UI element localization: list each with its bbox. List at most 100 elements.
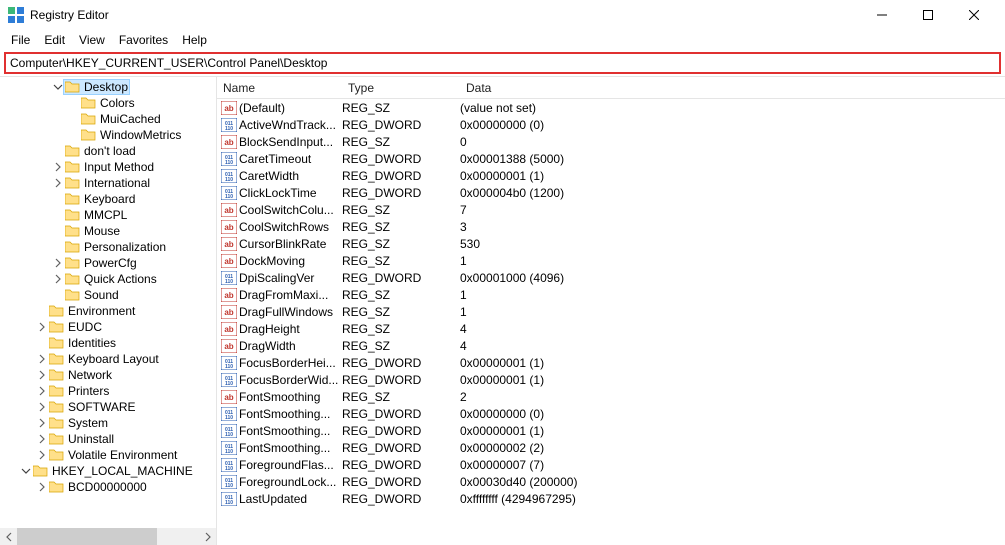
list-row[interactable]: FontSmoothingREG_SZ2 — [217, 388, 1005, 405]
expand-icon[interactable] — [36, 385, 48, 397]
folder-icon — [49, 304, 65, 318]
list-row[interactable]: CoolSwitchRowsREG_SZ3 — [217, 218, 1005, 235]
binary-value-icon — [219, 185, 239, 201]
close-button[interactable] — [951, 0, 997, 30]
tree-horizontal-scrollbar[interactable] — [0, 528, 216, 545]
tree-item[interactable]: WindowMetrics — [0, 127, 216, 143]
address-bar[interactable]: Computer\HKEY_CURRENT_USER\Control Panel… — [4, 52, 1001, 74]
tree-item[interactable]: Keyboard Layout — [0, 351, 216, 367]
list-row[interactable]: DragWidthREG_SZ4 — [217, 337, 1005, 354]
tree-item-label: Printers — [68, 384, 109, 398]
tree-item[interactable]: Sound — [0, 287, 216, 303]
tree-pane[interactable]: DesktopColorsMuiCachedWindowMetricsdon't… — [0, 77, 217, 545]
tree-item-label: Personalization — [84, 240, 166, 254]
expand-icon[interactable] — [36, 369, 48, 381]
value-type: REG_DWORD — [342, 271, 460, 285]
tree-item[interactable]: PowerCfg — [0, 255, 216, 271]
list-row[interactable]: CaretTimeoutREG_DWORD0x00001388 (5000) — [217, 150, 1005, 167]
maximize-button[interactable] — [905, 0, 951, 30]
tree-item[interactable]: MMCPL — [0, 207, 216, 223]
expand-icon[interactable] — [36, 321, 48, 333]
menu-file[interactable]: File — [4, 32, 37, 48]
tree-item[interactable]: Identities — [0, 335, 216, 351]
list-row[interactable]: FontSmoothing...REG_DWORD0x00000000 (0) — [217, 405, 1005, 422]
menu-view[interactable]: View — [72, 32, 112, 48]
column-name[interactable]: Name — [217, 77, 342, 98]
tree-item[interactable]: EUDC — [0, 319, 216, 335]
tree-item-label: EUDC — [68, 320, 102, 334]
expand-icon[interactable] — [52, 273, 64, 285]
list-row[interactable]: ForegroundFlas...REG_DWORD0x00000007 (7) — [217, 456, 1005, 473]
tree-item[interactable]: MuiCached — [0, 111, 216, 127]
scroll-track[interactable] — [17, 528, 199, 545]
value-data: 7 — [460, 203, 1005, 217]
list-row[interactable]: FontSmoothing...REG_DWORD0x00000002 (2) — [217, 439, 1005, 456]
list-row[interactable]: DragFromMaxi...REG_SZ1 — [217, 286, 1005, 303]
list-row[interactable]: DragHeightREG_SZ4 — [217, 320, 1005, 337]
tree-item[interactable]: SOFTWARE — [0, 399, 216, 415]
list-row[interactable]: CoolSwitchColu...REG_SZ7 — [217, 201, 1005, 218]
list-row[interactable]: FocusBorderHei...REG_DWORD0x00000001 (1) — [217, 354, 1005, 371]
tree-item[interactable]: Network — [0, 367, 216, 383]
value-type: REG_SZ — [342, 135, 460, 149]
tree-item[interactable]: System — [0, 415, 216, 431]
list-row[interactable]: LastUpdatedREG_DWORD0xffffffff (42949672… — [217, 490, 1005, 507]
column-type[interactable]: Type — [342, 77, 460, 98]
list-row[interactable]: ForegroundLock...REG_DWORD0x00030d40 (20… — [217, 473, 1005, 490]
value-type: REG_SZ — [342, 390, 460, 404]
expand-icon[interactable] — [36, 449, 48, 461]
menu-help[interactable]: Help — [175, 32, 214, 48]
tree-item-label: Sound — [84, 288, 119, 302]
menu-favorites[interactable]: Favorites — [112, 32, 175, 48]
list-row[interactable]: DragFullWindowsREG_SZ1 — [217, 303, 1005, 320]
tree-item[interactable]: Desktop — [0, 79, 216, 95]
value-name: ClickLockTime — [239, 186, 342, 200]
expand-icon[interactable] — [36, 481, 48, 493]
tree-item[interactable]: HKEY_LOCAL_MACHINE — [0, 463, 216, 479]
minimize-button[interactable] — [859, 0, 905, 30]
binary-value-icon — [219, 117, 239, 133]
expand-icon[interactable] — [36, 401, 48, 413]
list-row[interactable]: CursorBlinkRateREG_SZ530 — [217, 235, 1005, 252]
value-data: 0x00000002 (2) — [460, 441, 1005, 455]
expand-icon[interactable] — [52, 257, 64, 269]
list-body[interactable]: (Default)REG_SZ(value not set)ActiveWndT… — [217, 99, 1005, 545]
tree-item[interactable]: Quick Actions — [0, 271, 216, 287]
list-row[interactable]: (Default)REG_SZ(value not set) — [217, 99, 1005, 116]
scroll-right-icon[interactable] — [199, 528, 216, 545]
tree-item[interactable]: Colors — [0, 95, 216, 111]
list-row[interactable]: FontSmoothing...REG_DWORD0x00000001 (1) — [217, 422, 1005, 439]
tree-item[interactable]: Input Method — [0, 159, 216, 175]
scroll-left-icon[interactable] — [0, 528, 17, 545]
tree-item[interactable]: Mouse — [0, 223, 216, 239]
list-row[interactable]: DockMovingREG_SZ1 — [217, 252, 1005, 269]
list-row[interactable]: CaretWidthREG_DWORD0x00000001 (1) — [217, 167, 1005, 184]
app-icon — [8, 7, 24, 23]
list-row[interactable]: DpiScalingVerREG_DWORD0x00001000 (4096) — [217, 269, 1005, 286]
list-row[interactable]: BlockSendInput...REG_SZ0 — [217, 133, 1005, 150]
list-row[interactable]: ActiveWndTrack...REG_DWORD0x00000000 (0) — [217, 116, 1005, 133]
expand-icon[interactable] — [36, 417, 48, 429]
expand-icon[interactable] — [36, 433, 48, 445]
list-row[interactable]: FocusBorderWid...REG_DWORD0x00000001 (1) — [217, 371, 1005, 388]
tree-item[interactable]: Printers — [0, 383, 216, 399]
tree-item[interactable]: Uninstall — [0, 431, 216, 447]
menu-edit[interactable]: Edit — [37, 32, 72, 48]
tree-item[interactable]: Keyboard — [0, 191, 216, 207]
collapse-icon[interactable] — [20, 465, 32, 477]
tree-item[interactable]: International — [0, 175, 216, 191]
tree-item[interactable]: Volatile Environment — [0, 447, 216, 463]
value-name: DragHeight — [239, 322, 342, 336]
column-data[interactable]: Data — [460, 77, 1005, 98]
expand-icon[interactable] — [52, 177, 64, 189]
expand-icon[interactable] — [52, 161, 64, 173]
list-row[interactable]: ClickLockTimeREG_DWORD0x000004b0 (1200) — [217, 184, 1005, 201]
tree-item[interactable]: don't load — [0, 143, 216, 159]
scroll-thumb[interactable] — [17, 528, 157, 545]
tree-item[interactable]: Personalization — [0, 239, 216, 255]
string-value-icon — [219, 219, 239, 235]
tree-item[interactable]: BCD00000000 — [0, 479, 216, 495]
tree-item-label: Uninstall — [68, 432, 114, 446]
expand-icon[interactable] — [36, 353, 48, 365]
tree-item[interactable]: Environment — [0, 303, 216, 319]
